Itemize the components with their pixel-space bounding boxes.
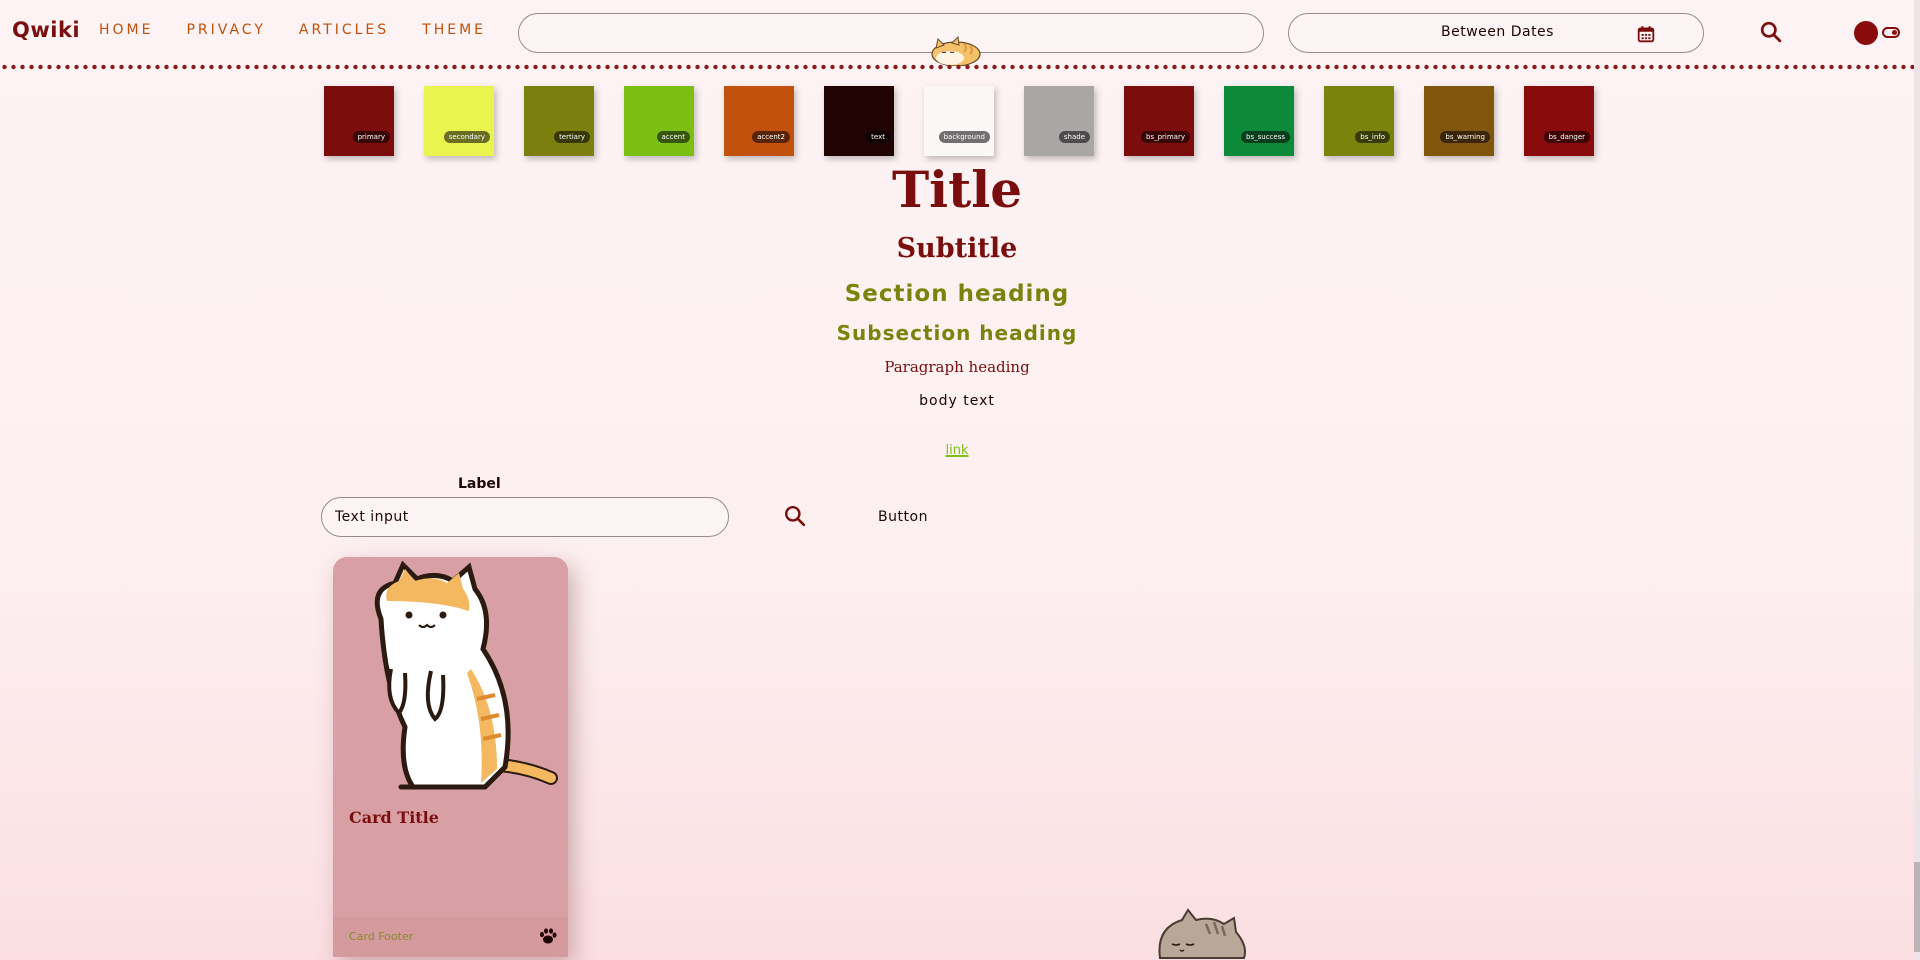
paragraph-heading: Paragraph heading xyxy=(884,358,1030,376)
top-header: Qwiki HOME PRIVACY ARTICLES THEME Betwee… xyxy=(0,0,1920,66)
sample-card[interactable]: Card Title Card Footer xyxy=(333,557,568,957)
swatch-bs-danger: bs_danger xyxy=(1524,86,1594,156)
sample-button[interactable]: Button xyxy=(858,502,948,532)
subsection-heading: Subsection heading xyxy=(836,321,1078,345)
swatch-secondary: secondary xyxy=(424,86,494,156)
nav-home[interactable]: HOME xyxy=(99,22,153,38)
search-icon[interactable] xyxy=(1760,21,1782,43)
input-label: Label xyxy=(458,476,501,492)
swatch-bs-warning: bs_warning xyxy=(1424,86,1494,156)
swatch-label: accent xyxy=(656,131,690,143)
sleeping-cat-icon xyxy=(931,35,981,66)
color-swatches: primary secondary tertiary accent accent… xyxy=(324,86,1594,156)
lying-cat-image xyxy=(1158,908,1246,959)
calendar-icon[interactable] xyxy=(1637,25,1655,43)
nav-theme[interactable]: THEME xyxy=(422,22,486,38)
swatch-label: bs_danger xyxy=(1543,131,1590,143)
dotted-divider xyxy=(0,64,1920,70)
sample-link[interactable]: link xyxy=(0,443,1914,458)
nav-articles[interactable]: ARTICLES xyxy=(299,22,389,38)
swatch-accent: accent xyxy=(624,86,694,156)
swatch-label: accent2 xyxy=(752,131,790,143)
search-icon[interactable] xyxy=(784,505,806,527)
page-subtitle: Subtitle xyxy=(896,233,1018,264)
swatch-accent2: accent2 xyxy=(724,86,794,156)
swatch-tertiary: tertiary xyxy=(524,86,594,156)
card-footer: Card Footer xyxy=(333,917,568,957)
date-range-picker[interactable]: Between Dates xyxy=(1288,13,1704,53)
swatch-bs-info: bs_info xyxy=(1324,86,1394,156)
scrollbar-thumb[interactable] xyxy=(1914,862,1920,952)
swatch-label: primary xyxy=(352,131,390,143)
swatch-label: bs_info xyxy=(1355,131,1390,143)
swatch-label: text xyxy=(866,131,890,143)
swatch-label: tertiary xyxy=(554,131,590,143)
section-heading: Section heading xyxy=(844,281,1070,307)
nav-privacy[interactable]: PRIVACY xyxy=(186,22,265,38)
swatch-shade: shade xyxy=(1024,86,1094,156)
swatch-label: secondary xyxy=(443,131,490,143)
text-input[interactable] xyxy=(321,497,729,537)
toggle-switch-icon xyxy=(1882,27,1900,38)
swatch-bs-success: bs_success xyxy=(1224,86,1294,156)
standing-cat-image xyxy=(374,560,558,790)
swatch-bs-primary: bs_primary xyxy=(1124,86,1194,156)
logo[interactable]: Qwiki xyxy=(12,18,80,42)
card-title: Card Title xyxy=(349,808,439,827)
card-footer-text: Card Footer xyxy=(349,930,414,943)
swatch-label: shade xyxy=(1058,131,1090,143)
swatch-background: background xyxy=(924,86,994,156)
swatch-label: background xyxy=(938,131,990,143)
paw-icon[interactable] xyxy=(538,926,558,946)
page-scrollbar[interactable] xyxy=(1914,0,1920,960)
swatch-text: text xyxy=(824,86,894,156)
header-search-input[interactable] xyxy=(518,13,1264,53)
page-title: Title xyxy=(891,160,1023,219)
swatch-label: bs_primary xyxy=(1141,131,1190,143)
swatch-primary: primary xyxy=(324,86,394,156)
theme-color-dot xyxy=(1854,21,1878,45)
date-range-label: Between Dates xyxy=(1441,24,1554,40)
body-text: body text xyxy=(919,393,995,409)
main-nav: HOME PRIVACY ARTICLES THEME xyxy=(99,22,519,38)
swatch-label: bs_warning xyxy=(1440,131,1490,143)
swatch-label: bs_success xyxy=(1241,131,1290,143)
theme-toggle[interactable] xyxy=(1852,20,1904,45)
